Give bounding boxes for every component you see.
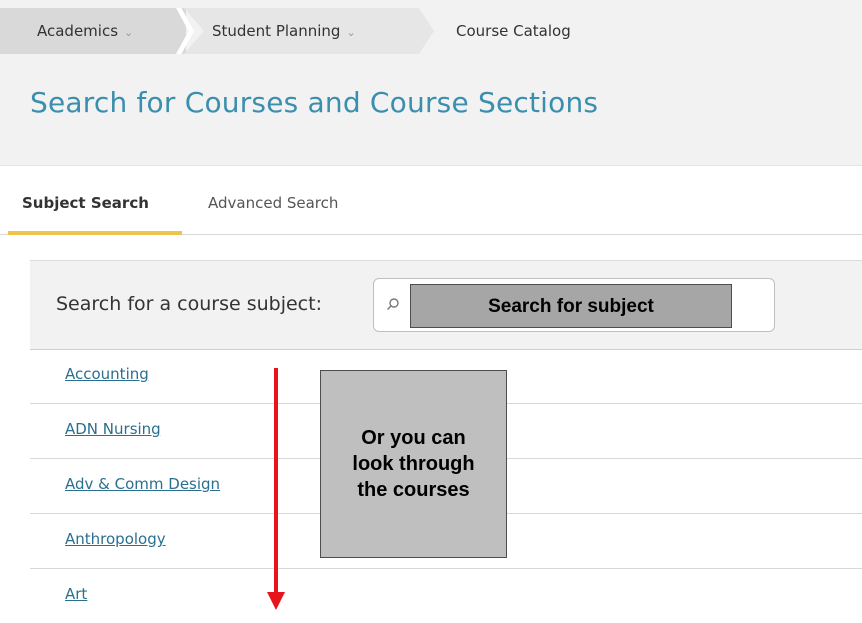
search-icon <box>387 298 399 310</box>
subject-search-input[interactable]: Search for subject <box>373 278 775 332</box>
subject-link-adv-comm-design[interactable]: Adv & Comm Design <box>65 475 220 493</box>
breadcrumb-item-label: Student Planning <box>212 22 341 40</box>
search-tabs: Subject Search Advanced Search <box>0 166 862 235</box>
breadcrumb-item-course-catalog[interactable]: Course Catalog <box>456 8 571 54</box>
subject-search-bar: Search for a course subject: Search for … <box>30 260 862 350</box>
tab-subject-search[interactable]: Subject Search <box>22 188 149 218</box>
scroll-down-arrow-icon <box>267 368 285 610</box>
list-item: Art <box>30 569 862 623</box>
breadcrumb-item-label: Academics <box>37 22 119 40</box>
breadcrumb-item-label: Course Catalog <box>456 22 571 40</box>
subject-link-adn-nursing[interactable]: ADN Nursing <box>65 420 161 438</box>
subject-link-anthropology[interactable]: Anthropology <box>65 530 166 548</box>
subject-link-accounting[interactable]: Accounting <box>65 365 149 383</box>
tab-advanced-search[interactable]: Advanced Search <box>208 188 338 218</box>
subject-link-art[interactable]: Art <box>65 585 87 603</box>
breadcrumb-item-academics[interactable]: Academics ⌄ <box>37 8 133 54</box>
search-label: Search for a course subject: <box>56 293 322 315</box>
annotation-note: Or you can look through the courses <box>320 370 507 558</box>
chevron-down-icon: ⌄ <box>124 26 134 39</box>
search-annotation-box: Search for subject <box>410 284 732 328</box>
chevron-down-icon: ⌄ <box>346 26 356 39</box>
active-tab-indicator <box>8 231 182 235</box>
breadcrumb-item-student-planning[interactable]: Student Planning ⌄ <box>212 8 356 54</box>
page-title: Search for Courses and Course Sections <box>30 86 599 119</box>
